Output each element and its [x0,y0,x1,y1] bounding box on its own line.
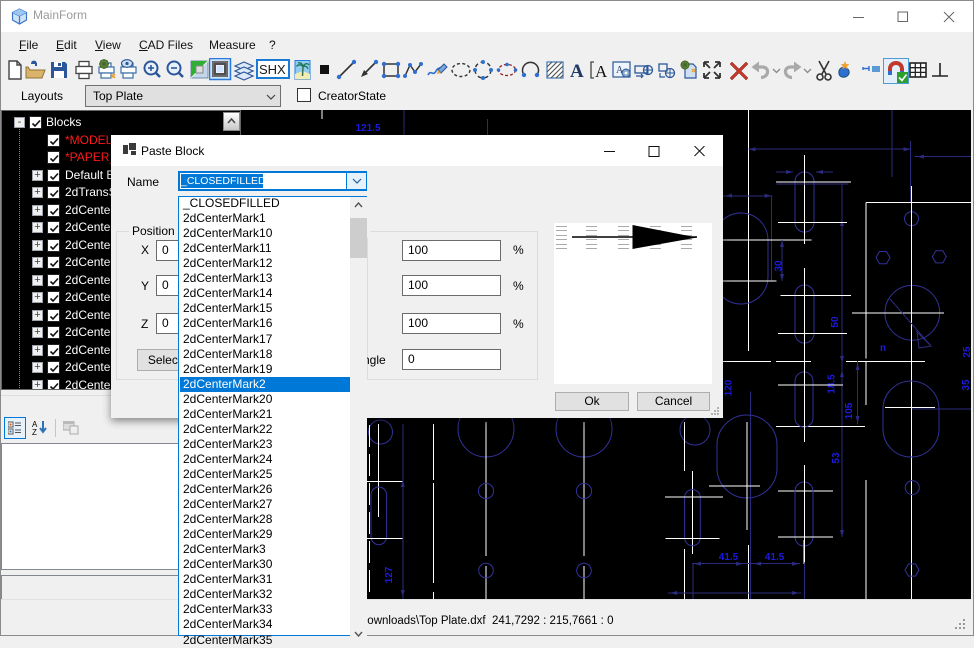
svg-text:53: 53 [831,452,842,464]
svg-text:41.5: 41.5 [765,552,785,563]
svg-text:121.5: 121.5 [355,123,380,134]
svg-text:105: 105 [844,402,855,419]
svg-text:127: 127 [384,566,395,583]
svg-text:30: 30 [774,260,785,272]
svg-text:Z: Z [32,428,37,436]
svg-text:120: 120 [724,379,735,396]
svg-text:41.5: 41.5 [719,552,739,563]
svg-text:50: 50 [830,316,841,328]
svg-text:n: n [880,343,886,354]
svg-text:18.5: 18.5 [827,374,838,394]
svg-text:A: A [570,61,584,82]
svg-text:A: A [595,62,608,81]
